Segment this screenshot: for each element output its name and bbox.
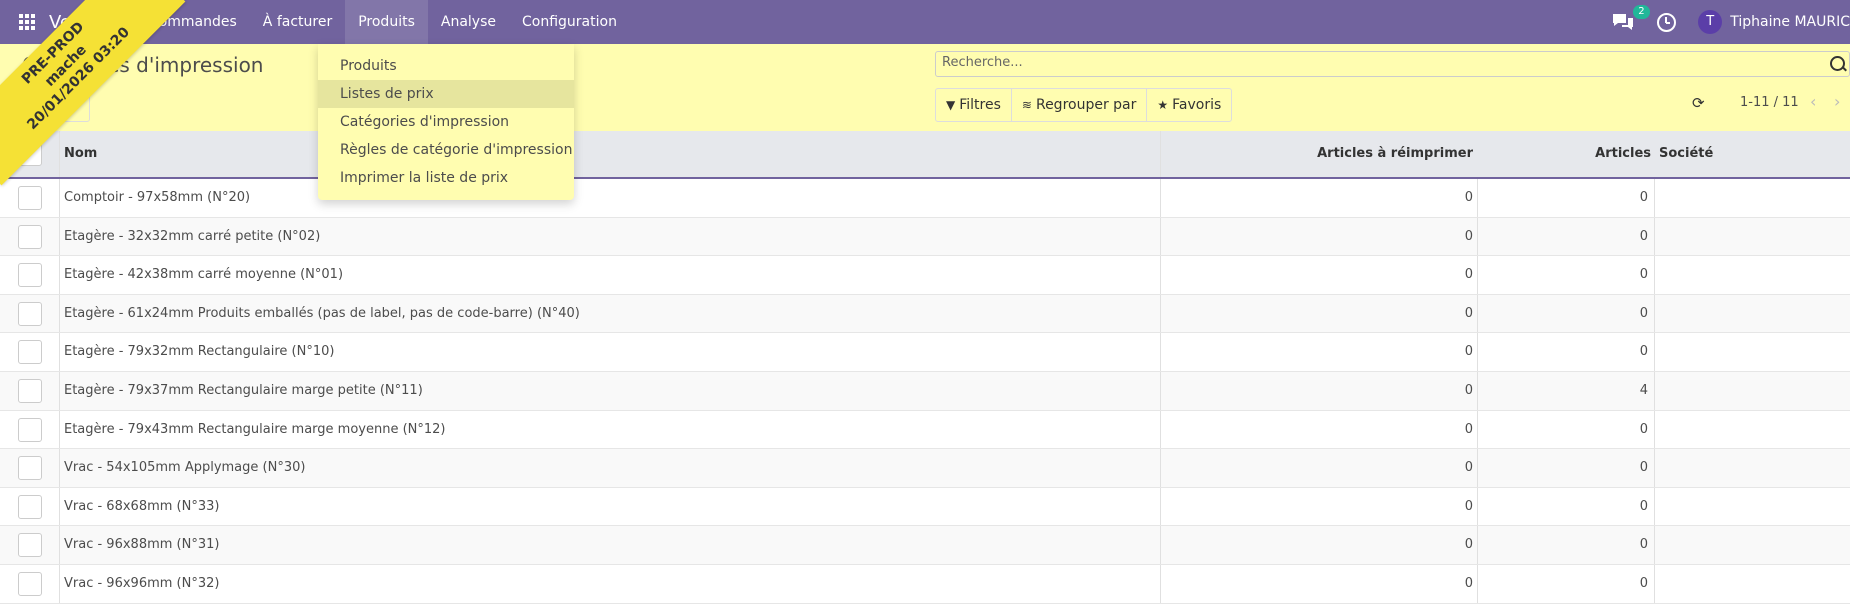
apps-grid-icon[interactable] [19,14,35,30]
cell-articles: 0 [1639,267,1648,283]
row-checkbox[interactable] [18,571,42,596]
pager-next-icon[interactable]: › [1834,92,1840,111]
cell-reprint: 0 [1464,382,1473,398]
cell-articles: 0 [1639,228,1648,244]
cell-articles: 0 [1639,575,1648,591]
cell-reprint: 0 [1464,228,1473,244]
cell-name: Etagère - 32x32mm carré petite (N°02) [64,228,321,244]
table-row[interactable]: Vrac - 54x105mm Applymage (N°30) 0 0 [0,449,1850,488]
menu-item-imprimer-liste-prix[interactable]: Imprimer la liste de prix [318,164,574,192]
table-row[interactable]: Vrac - 68x68mm (N°33) 0 0 [0,487,1850,527]
filters-label: Filtres [959,97,1001,113]
table-row[interactable]: Etagère - 79x43mm Rectangulaire marge mo… [0,410,1850,450]
cell-reprint: 0 [1464,305,1473,321]
cell-reprint: 0 [1464,537,1473,553]
nav-produits[interactable]: Produits [345,0,428,44]
filters-button[interactable]: ▼ Filtres [936,89,1012,121]
cell-reprint: 0 [1464,460,1473,476]
cell-reprint: 0 [1464,575,1473,591]
menu-item-listes-de-prix[interactable]: Listes de prix [318,80,574,108]
table-row[interactable]: Etagère - 79x37mm Rectangulaire marge pe… [0,371,1850,411]
search-icon[interactable] [1830,56,1845,71]
header-name[interactable]: Nom [64,131,97,177]
search-input[interactable]: Recherche... [935,51,1850,77]
user-name[interactable]: Tiphaine MAURIC [1730,14,1850,30]
cell-name: Etagère - 79x37mm Rectangulaire marge pe… [64,382,423,398]
cell-name: Vrac - 54x105mm Applymage (N°30) [64,460,306,476]
cell-articles: 0 [1639,460,1648,476]
group-by-label: Regrouper par [1035,97,1137,113]
menu-item-regles-categorie[interactable]: Règles de catégorie d'impression [318,136,574,164]
table-row[interactable]: Etagère - 79x32mm Rectangulaire (N°10) 0 0 [0,333,1850,372]
cell-reprint: 0 [1464,421,1473,437]
row-checkbox[interactable] [18,263,42,288]
cell-name: Comptoir - 97x58mm (N°20) [64,190,251,205]
row-checkbox[interactable] [18,301,42,326]
cell-articles: 4 [1639,382,1648,398]
menu-item-categories-impression[interactable]: Catégories d'impression [318,108,574,136]
refresh-icon[interactable]: ⟳ [1692,94,1708,112]
table-row[interactable]: Vrac - 96x96mm (N°32) 0 0 [0,564,1850,604]
group-by-button[interactable]: ≋ Regrouper par [1012,89,1148,121]
table-row[interactable]: Vrac - 96x88mm (N°31) 0 0 [0,526,1850,565]
nav-analyse[interactable]: Analyse [428,0,509,44]
menu-item-produits[interactable]: Produits [318,52,574,80]
table-body: Comptoir - 97x58mm (N°20) 0 0 Etagère - 32x… [0,179,1850,604]
favorites-button[interactable]: ★ Favoris [1147,89,1231,121]
table-row[interactable]: Etagère - 61x24mm Produits emballés (pas… [0,294,1850,334]
table-row[interactable]: Etagère - 32x32mm carré petite (N°02) 0 0 [0,217,1850,257]
list-table: Nom Articles à réimprimer Articles Socié… [0,131,1850,604]
cell-name: Vrac - 96x96mm (N°32) [64,575,220,591]
row-checkbox[interactable] [18,224,42,249]
chat-icon[interactable]: 2 [1611,5,1650,32]
layers-icon: ≋ [1021,98,1032,112]
cell-name: Vrac - 96x88mm (N°31) [64,537,220,553]
pager-prev-icon[interactable]: ‹ [1810,92,1816,111]
activity-clock-icon[interactable] [1657,12,1677,32]
header-articles[interactable]: Articles [1478,131,1651,177]
cell-reprint: 0 [1464,190,1473,205]
cell-reprint: 0 [1464,344,1473,360]
row-checkbox[interactable] [18,186,42,210]
cell-name: Etagère - 79x43mm Rectangulaire marge mo… [64,421,446,437]
cell-name: Vrac - 68x68mm (N°33) [64,498,220,514]
nav-a-facturer[interactable]: À facturer [250,0,345,44]
cell-name: Etagère - 42x38mm carré moyenne (N°01) [64,267,344,283]
cell-reprint: 0 [1464,498,1473,514]
pager-value[interactable]: 1-11 / 11 [1740,95,1799,110]
cell-articles: 0 [1639,305,1648,321]
search-placeholder: Recherche... [942,55,1023,70]
produits-dropdown-menu: Produits Listes de prix Catégories d'imp… [318,44,574,200]
table-header: Nom Articles à réimprimer Articles Socié… [0,131,1850,179]
cell-articles: 0 [1639,344,1648,360]
user-avatar[interactable]: T [1698,10,1723,34]
row-checkbox[interactable] [18,340,42,365]
table-row[interactable]: Comptoir - 97x58mm (N°20) 0 0 [0,179,1850,218]
favorites-label: Favoris [1172,97,1222,113]
row-checkbox[interactable] [18,417,42,442]
chat-badge: 2 [1633,5,1650,19]
row-checkbox[interactable] [18,378,42,403]
filter-icon: ▼ [946,98,956,112]
cell-reprint: 0 [1464,267,1473,283]
cell-name: Etagère - 61x24mm Produits emballés (pas… [64,305,580,321]
cell-articles: 0 [1639,498,1648,514]
cell-articles: 0 [1639,537,1648,553]
row-checkbox[interactable] [18,533,42,558]
header-company[interactable]: Société [1659,131,1713,177]
star-icon: ★ [1157,98,1169,112]
top-navbar: Ventes Commandes À facturer Produits Ana… [0,0,1850,44]
row-checkbox[interactable] [18,456,42,481]
cell-articles: 0 [1639,190,1648,205]
cell-name: Etagère - 79x32mm Rectangulaire (N°10) [64,344,335,360]
nav-configuration[interactable]: Configuration [509,0,630,44]
header-reprint[interactable]: Articles à réimprimer [1160,131,1473,177]
row-checkbox[interactable] [18,494,42,519]
cell-articles: 0 [1639,421,1648,437]
table-row[interactable]: Etagère - 42x38mm carré moyenne (N°01) 0 0 [0,256,1850,295]
filter-bar: ▼ Filtres ≋ Regrouper par ★ Favoris [935,88,1233,122]
